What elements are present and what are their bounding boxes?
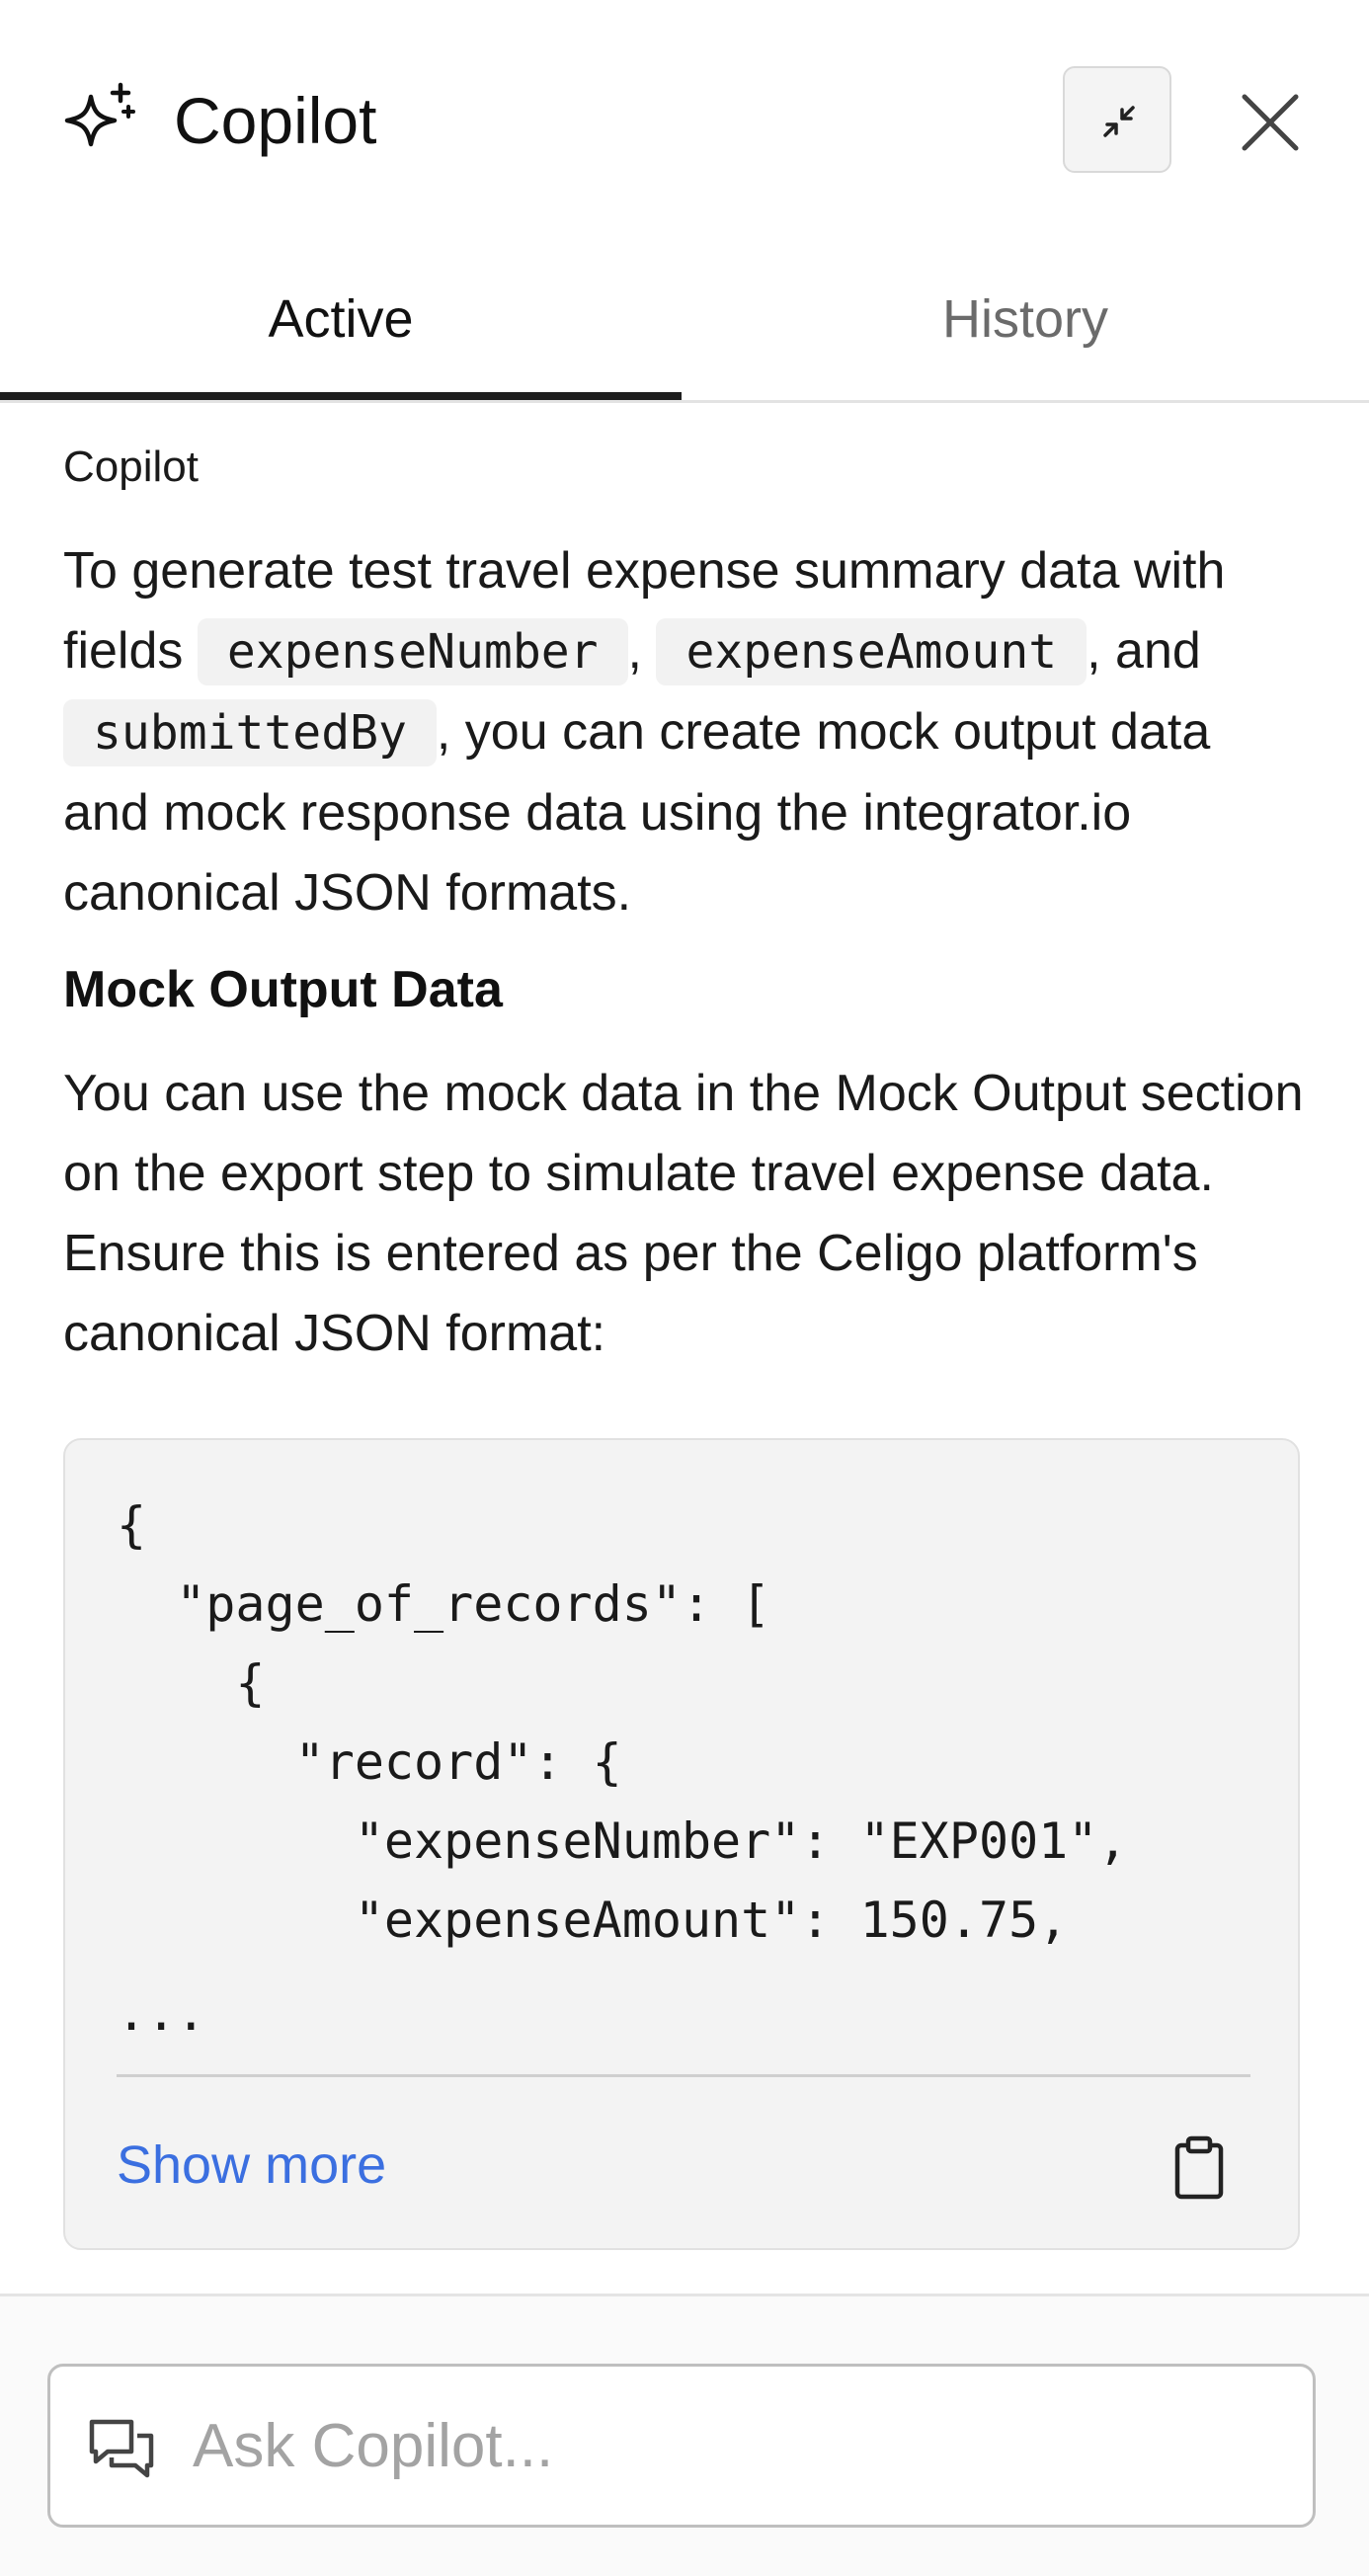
code-divider <box>117 2074 1250 2077</box>
code-block: { "page_of_records": [ { "record": { "ex… <box>63 1438 1300 2250</box>
code-line: "page_of_records": [ <box>117 1575 771 1633</box>
ask-copilot-input[interactable] <box>193 2386 1279 2505</box>
inline-code: expenseNumber <box>197 618 628 685</box>
code-lines: { "page_of_records": [ { "record": { "ex… <box>117 1486 1128 1960</box>
inline-code: expenseAmount <box>656 618 1087 685</box>
body-paragraph: You can use the mock data in the Mock Ou… <box>63 1065 1304 1362</box>
tab-history[interactable]: History <box>682 257 1369 397</box>
copilot-panel: Copilot Active History Copilot To genera… <box>0 0 1369 2576</box>
message-content: Copilot To generate test travel expense … <box>63 425 1304 1374</box>
code-line: { <box>117 1654 266 1712</box>
copy-button[interactable] <box>1164 2132 1235 2203</box>
panel-header: Copilot <box>0 0 1369 237</box>
section-heading: Mock Output Data <box>63 961 503 1018</box>
show-more-link[interactable]: Show more <box>117 2126 386 2205</box>
ask-input-container[interactable] <box>47 2364 1316 2528</box>
tab-bar: Active History <box>0 257 1369 403</box>
code-line: "expenseAmount": 150.75, <box>117 1892 1069 1949</box>
collapse-button[interactable] <box>1063 66 1171 173</box>
code-line: "record": { <box>117 1733 622 1791</box>
panel-title: Copilot <box>174 84 377 157</box>
intro-text: , <box>627 622 657 680</box>
message-sender: Copilot <box>63 443 199 491</box>
code-ellipsis: ... <box>117 1984 206 2042</box>
inline-code: submittedBy <box>63 699 437 766</box>
tab-active[interactable]: Active <box>0 257 682 400</box>
code-line: { <box>117 1496 147 1554</box>
intro-text: , and <box>1087 622 1201 680</box>
clipboard-icon <box>1164 2135 1235 2207</box>
input-footer <box>0 2294 1369 2576</box>
close-icon <box>1235 94 1306 162</box>
sparkles-icon <box>63 81 142 160</box>
code-line: "expenseNumber": "EXP001", <box>117 1812 1128 1870</box>
close-button[interactable] <box>1235 87 1306 158</box>
intro-paragraph: To generate test travel expense summary … <box>63 531 1304 933</box>
chat-bubbles-icon <box>86 2416 157 2481</box>
